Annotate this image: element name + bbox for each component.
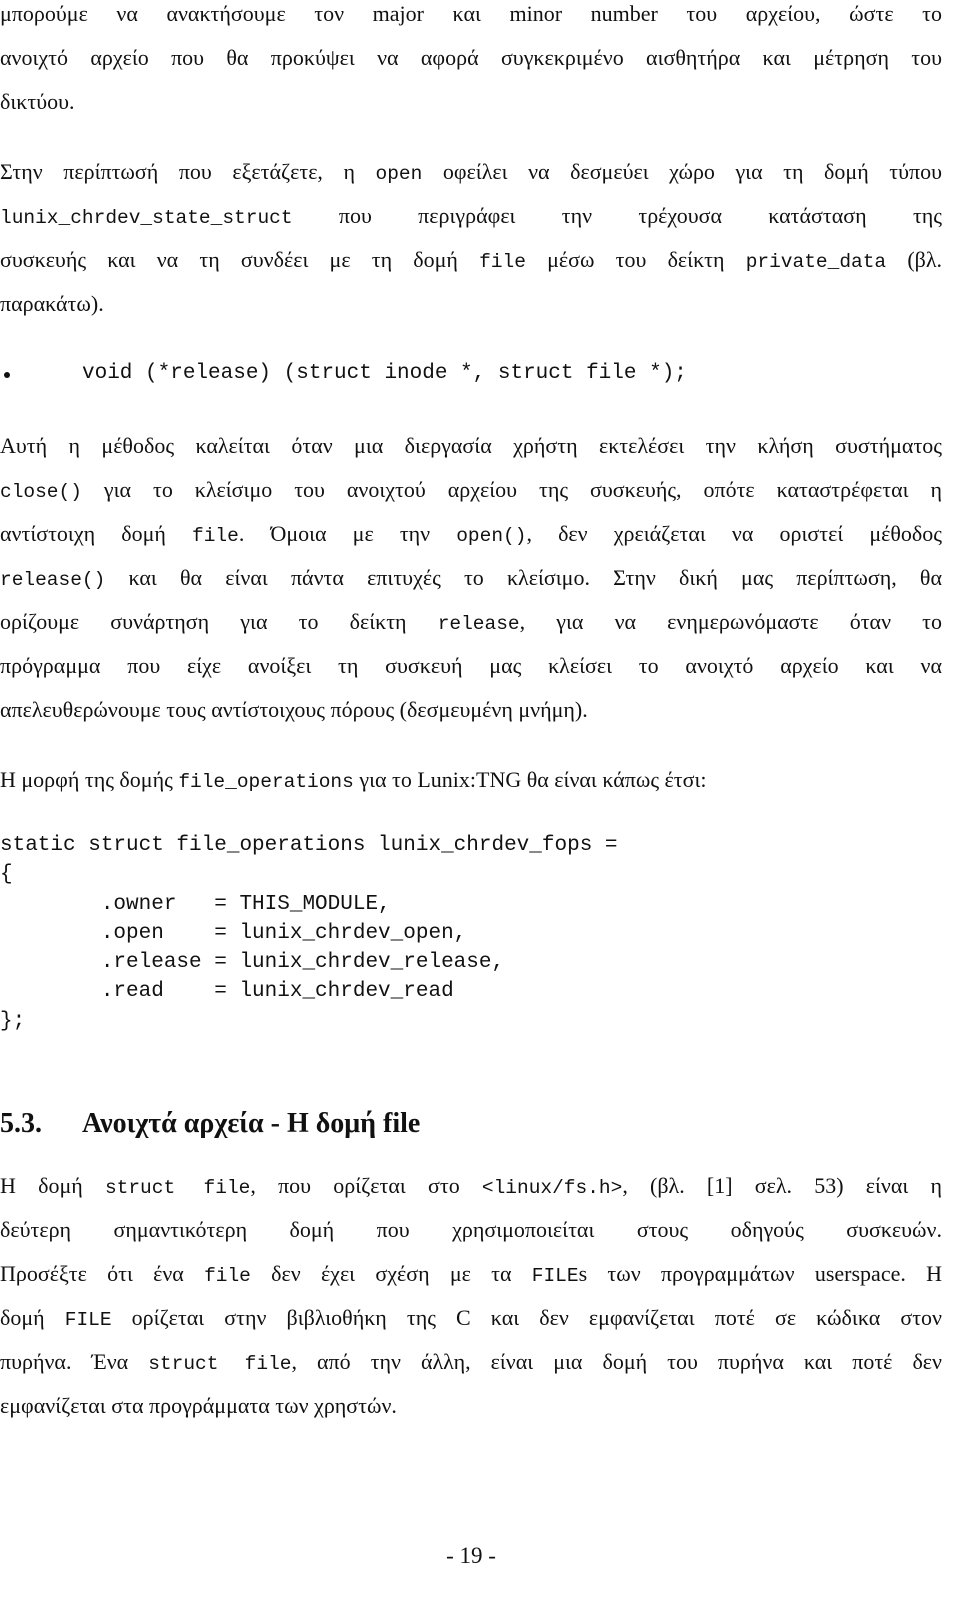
text-run: Η μορφή της δομής <box>0 767 179 792</box>
inline-code: release() <box>0 569 106 591</box>
inline-code: file <box>204 1265 251 1287</box>
bullet-icon <box>4 372 10 378</box>
text-run: παρακάτω). <box>0 291 104 316</box>
inline-code: FILE <box>531 1265 579 1287</box>
text-run: που περιγράφει την τρέχουσα κατάσταση τη… <box>292 203 942 228</box>
text-run: δεν έχει σχέση με τα <box>250 1261 532 1286</box>
text-line: release() και θα είναι πάντα επιτυχές το… <box>0 556 942 600</box>
text-run: s των προγραμμάτων userspace. Η <box>578 1261 942 1286</box>
text-run: Στην περίπτωσή που εξετάζετε, η <box>0 159 376 184</box>
text-run: δομή <box>0 1305 65 1330</box>
inline-code: <linux/fs.h> <box>481 1177 623 1199</box>
text-run: δικτύου. <box>0 89 75 114</box>
text-run: (βλ. <box>886 247 943 272</box>
text-line: συσκευής και να τη συνδέει με τη δομή fi… <box>0 238 942 282</box>
text-run: μπορούμε να ανακτήσουμε τον major και mi… <box>0 1 942 26</box>
fops-code-block: static struct file_operations lunix_chrd… <box>0 834 618 1033</box>
inline-code: file <box>479 251 526 273</box>
inline-code: release <box>437 613 520 635</box>
text-run: , που ορίζεται στο <box>250 1173 482 1198</box>
text-run: ορίζεται στην βιβλιοθήκη της C και δεν ε… <box>111 1305 943 1330</box>
inline-code: private_data <box>745 251 887 273</box>
text-line: δικτύου. <box>0 80 942 124</box>
text-run: Αυτή η μέθοδος καλείται όταν μια διεργασ… <box>0 433 942 458</box>
release-signature-code: void (*release) (struct inode *, struct … <box>82 362 687 385</box>
text-line: δεύτερη σημαντικότερη δομή που χρησιμοπο… <box>0 1208 942 1252</box>
text-run: , (βλ. [1] σελ. 53) είναι η <box>622 1173 942 1198</box>
text-run: συσκευής και να τη συνδέει με τη δομή <box>0 247 480 272</box>
text-run: πυρήνα. Ένα <box>0 1349 149 1374</box>
inline-code: file_operations <box>178 771 354 793</box>
text-line: lunix_chrdev_state_struct που περιγράφει… <box>0 194 942 238</box>
text-line: πυρήνα. Ένα struct file, από την άλλη, ε… <box>0 1340 942 1384</box>
text-line: παρακάτω). <box>0 282 942 326</box>
text-run: , από την άλλη, είναι μια δομή του πυρήν… <box>291 1349 942 1374</box>
text-run: οφείλει να δεσμεύει χώρο για τη δομή τύπ… <box>422 159 942 184</box>
text-line: δομή FILE ορίζεται στην βιβλιοθήκη της C… <box>0 1296 942 1340</box>
text-run: και θα είναι πάντα επιτυχές το κλείσιμο.… <box>105 565 942 590</box>
text-line: απελευθερώνουμε τους αντίστοιχους πόρους… <box>0 688 942 732</box>
text-line: Η μορφή της δομής file_operations για το… <box>0 758 942 802</box>
text-run: εμφανίζεται στα προγράμματα των χρηστών. <box>0 1393 397 1418</box>
inline-code: open <box>375 163 423 185</box>
inline-code: close() <box>0 481 82 503</box>
section-number: 5.3. <box>0 1108 42 1139</box>
paragraph-major-minor: μπορούμε να ανακτήσουμε τον major και mi… <box>0 0 942 124</box>
inline-code: open() <box>456 525 527 547</box>
inline-code: FILE <box>64 1309 112 1331</box>
inline-code: lunix_chrdev_state_struct <box>0 207 293 229</box>
text-line: ορίζουμε συνάρτηση για το δείκτη release… <box>0 600 942 644</box>
text-line: αντίστοιχη δομή file. Όμοια με την open(… <box>0 512 942 556</box>
section-heading: 5.3. Ανοιχτά αρχεία - Η δομή file <box>0 1108 420 1140</box>
text-run: για το Lunix:TNG θα είναι κάπως έτσι: <box>353 767 707 792</box>
inline-code: file <box>192 525 239 547</box>
text-run: αντίστοιχη δομή <box>0 521 193 546</box>
text-run: απελευθερώνουμε τους αντίστοιχους πόρους… <box>0 697 588 722</box>
paragraph-struct-file: Η δομή struct file, που ορίζεται στο <li… <box>0 1164 942 1428</box>
paragraph-fops-intro: Η μορφή της δομής file_operations για το… <box>0 758 942 802</box>
text-run: Προσέξτε ότι ένα <box>0 1261 205 1286</box>
text-line: ανοιχτό αρχείο που θα προκύψει να αφορά … <box>0 36 942 80</box>
text-run: ανοιχτό αρχείο που θα προκύψει να αφορά … <box>0 45 942 70</box>
inline-code: struct file <box>148 1353 292 1375</box>
text-run: Η δομή <box>0 1173 105 1198</box>
text-line: εμφανίζεται στα προγράμματα των χρηστών. <box>0 1384 942 1428</box>
paragraph-open-private-data: Στην περίπτωσή που εξετάζετε, η open οφε… <box>0 150 942 326</box>
bullet-item-release: void (*release) (struct inode *, struct … <box>0 362 942 392</box>
text-run: μέσω του δείκτη <box>525 247 746 272</box>
text-line: Αυτή η μέθοδος καλείται όταν μια διεργασ… <box>0 424 942 468</box>
text-line: πρόγραμμα που είχε ανοίξει τη συσκευή μα… <box>0 644 942 688</box>
text-line: close() για το κλείσιμο του ανοιχτού αρχ… <box>0 468 942 512</box>
text-run: πρόγραμμα που είχε ανοίξει τη συσκευή μα… <box>0 653 942 678</box>
text-line: Στην περίπτωσή που εξετάζετε, η open οφε… <box>0 150 942 194</box>
text-line: Η δομή struct file, που ορίζεται στο <li… <box>0 1164 942 1208</box>
text-line: μπορούμε να ανακτήσουμε τον major και mi… <box>0 0 942 36</box>
page-number: - 19 - <box>446 1543 496 1568</box>
text-run: . Όμοια με την <box>238 521 457 546</box>
text-run: , για να ενημερωνόμαστε όταν το <box>519 609 943 634</box>
inline-code: struct file <box>104 1177 251 1199</box>
text-run: , δεν χρειάζεται να οριστεί μέθοδος <box>526 521 942 546</box>
text-run: ορίζουμε συνάρτηση για το δείκτη <box>0 609 438 634</box>
section-title: Ανοιχτά αρχεία - Η δομή file <box>82 1108 421 1139</box>
text-line: Προσέξτε ότι ένα file δεν έχει σχέση με … <box>0 1252 942 1296</box>
text-run: δεύτερη σημαντικότερη δομή που χρησιμοπο… <box>0 1217 942 1242</box>
text-run: για το κλείσιμο του ανοιχτού αρχείου της… <box>81 477 942 502</box>
paragraph-release-description: Αυτή η μέθοδος καλείται όταν μια διεργασ… <box>0 424 942 732</box>
